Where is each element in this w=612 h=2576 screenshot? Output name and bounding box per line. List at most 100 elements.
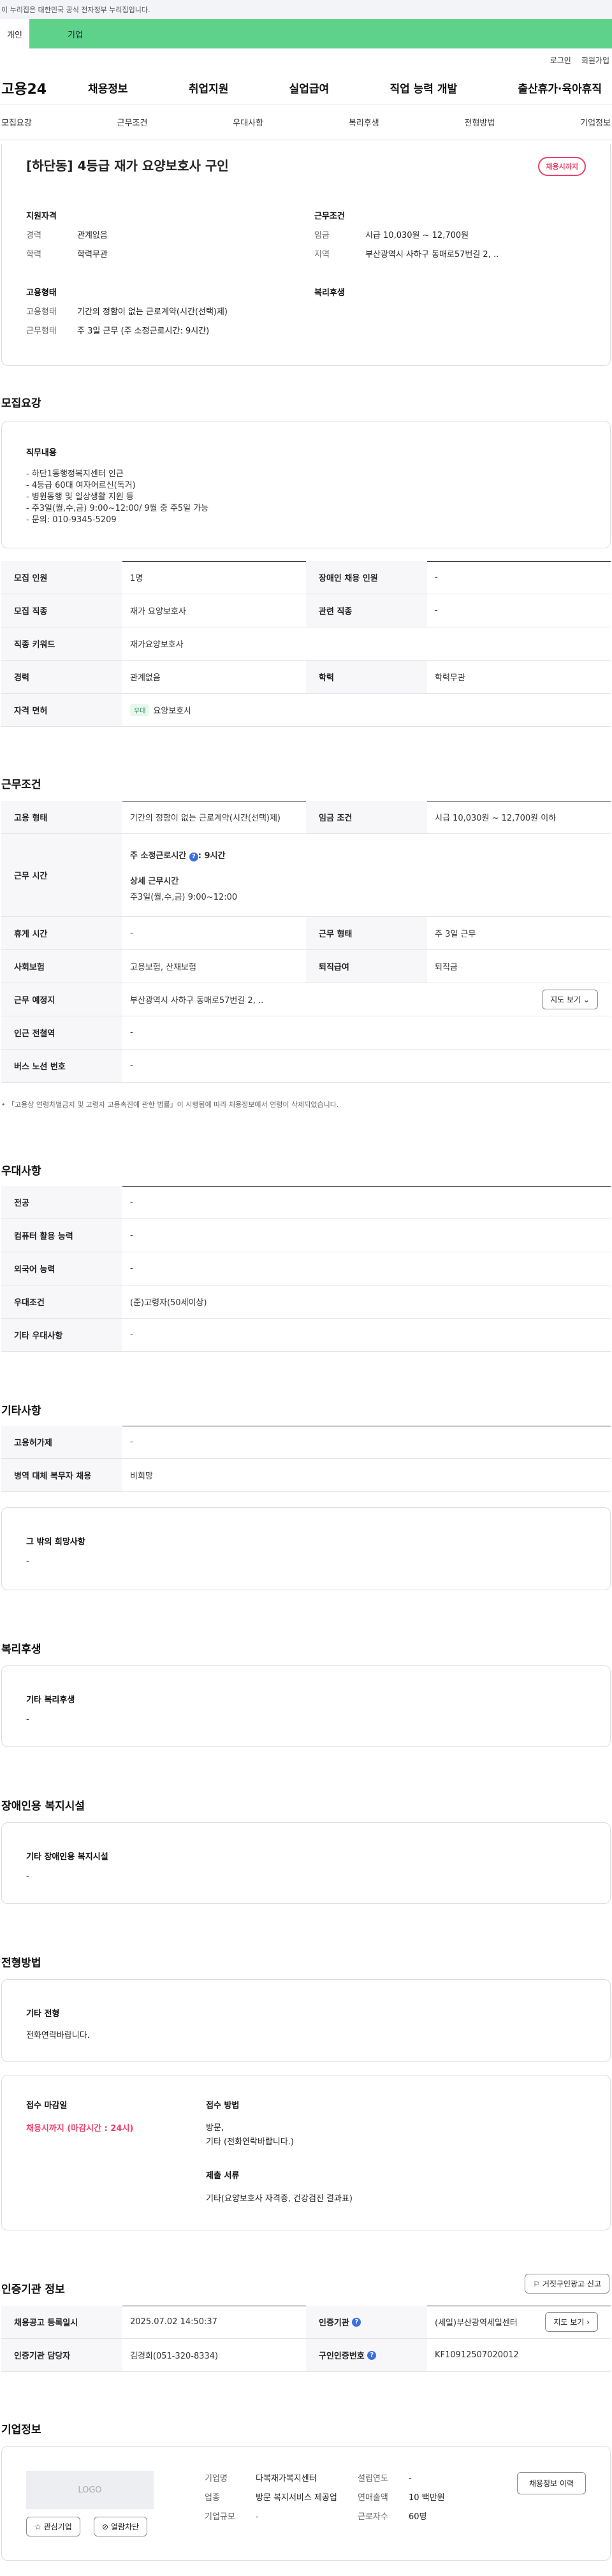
duty-heading: 직무내용: [26, 448, 57, 458]
sales-value: 10 백만원: [409, 2493, 445, 2503]
row-label: 장애인 채용 인원: [306, 561, 427, 594]
table-row: 인증기관 담당자 김경희(051-320-8334) 구인인증번호 ? KF109…: [1, 2339, 611, 2372]
recruit-heading: 모집요강: [1, 397, 41, 410]
employment-type-label: 고용형태: [26, 307, 57, 317]
favorite-label: 관심기업: [43, 2522, 72, 2531]
section-anchor-nav: 모집요강 근무조건 우대사항 복리후생 전형방법 기업정보: [0, 105, 612, 140]
weekly-hours-label: 주 소정근로시간: [130, 851, 187, 861]
row-label: 관련 직종: [306, 594, 427, 627]
area-value: 부산광역시 사하구 동매로57번길 2, ..: [365, 250, 499, 260]
table-row: 기타 우대사항 -: [1, 1319, 611, 1352]
block-icon: ⊘: [102, 2522, 109, 2531]
report-fake-ad-button[interactable]: ⚐ 거짓구인광고 신고: [525, 2274, 609, 2294]
menu-unemployment-benefit[interactable]: 실업급여: [280, 80, 339, 96]
row-value: (준)고령자(50세이상): [130, 1298, 207, 1308]
menu-employment-support[interactable]: 취업지원: [180, 80, 238, 96]
anchor-recruit[interactable]: 모집요강: [1, 116, 32, 128]
industry-label: 업종: [205, 2493, 220, 2503]
row-label: 퇴직급여: [306, 950, 427, 983]
condition-heading: 근무조건: [314, 212, 345, 221]
disabled-facility-heading: 장애인용 복지시설: [1, 1800, 85, 1813]
disabled-facility-sub-heading: 기타 장애인용 복지시설: [26, 1852, 108, 1862]
wage-value: 시급 10,030원 ~ 12,700원: [365, 231, 469, 240]
company-name-label: 기업명: [205, 2474, 228, 2484]
employees-label: 근로자수: [358, 2512, 388, 2522]
selection-sub-heading: 기타 전형: [26, 2009, 60, 2019]
job-summary-card: [하단동] 4등급 재가 요양보호사 구인 채용시까지 지원자격 경력 관계없음 …: [1, 144, 611, 366]
row-value: 김경희(051-320-8334): [130, 2352, 219, 2361]
map-view-button[interactable]: 지도 보기 ⌄: [542, 990, 598, 1009]
age-law-note: • 「고용상 연령차별금지 및 고령자 고용촉진에 관한 법률」이 시행됨에 따…: [1, 1101, 339, 1109]
founded-value: -: [409, 2474, 412, 2484]
row-value: -: [130, 1197, 133, 1207]
method-heading: 접수 방법: [206, 2101, 240, 2111]
table-row: 컴퓨터 활용 능력 -: [1, 1219, 611, 1252]
row-label: 외국어 능력: [1, 1252, 122, 1285]
table-row: 모집 인원 1명 장애인 채용 인원 -: [1, 561, 611, 594]
company-info-right: 설립연도 - 연매출액 10 백만원 근로자수 60명: [358, 2470, 445, 2527]
method-value: 방문,: [206, 2123, 224, 2133]
info-icon[interactable]: ?: [367, 2350, 377, 2360]
anchor-company[interactable]: 기업정보: [580, 116, 611, 128]
favorite-company-button[interactable]: ☆ 관심기업: [26, 2517, 80, 2536]
size-label: 기업규모: [205, 2512, 235, 2522]
join-link[interactable]: 회원가입: [581, 55, 609, 66]
work-time-value: 주 소정근로시간 ?: 9시간 상세 근무시간 주3일(월,수,금) 9:00~…: [122, 834, 611, 916]
row-value: -: [130, 1061, 133, 1071]
welfare-card: 기타 복리후생 -: [1, 1665, 611, 1747]
menu-jobs[interactable]: 채용정보: [79, 80, 137, 96]
row-label: 기타 우대사항: [1, 1319, 122, 1351]
disabled-facility-card: 기타 장애인용 복지시설 -: [1, 1822, 611, 1904]
menu-leave[interactable]: 출산휴가·육아휴직: [509, 80, 611, 96]
table-row: 휴게 시간 - 근무 형태 주 3일 근무: [1, 917, 611, 950]
other-hope-card: 그 밖의 희망사항 -: [1, 1507, 611, 1590]
founded-label: 설립연도: [358, 2474, 388, 2484]
row-value: -: [130, 1437, 133, 1447]
anchor-welfare[interactable]: 복리후생: [349, 116, 379, 128]
table-row: 버스 노선 번호 -: [1, 1050, 611, 1083]
job-title: [하단동] 4등급 재가 요양보호사 구인: [26, 158, 229, 173]
chevron-right-icon: ›: [586, 2318, 590, 2327]
employees-value: 60명: [409, 2512, 427, 2522]
main-menu: 채용정보 취업지원 실업급여 직업 능력 개발 출산휴가·육아휴직: [79, 80, 612, 96]
documents-value: 기타(요양보호사 자격증, 건강검진 결과표): [206, 2194, 353, 2204]
row-label: 근무 시간: [1, 834, 122, 916]
row-label: 병역 대체 복무자 채용: [1, 1459, 122, 1491]
company-heading: 기업정보: [1, 2424, 41, 2436]
application-card: 접수 마감일 채용시까지 (마감시간 : 24시) 접수 방법 방문, 기타 (…: [1, 2075, 611, 2230]
duty-line: - 문의: 010-9345-5209: [26, 515, 117, 525]
education-label: 학력: [26, 250, 41, 260]
anchor-preference[interactable]: 우대사항: [233, 116, 263, 128]
row-value: 주 3일 근무: [435, 930, 476, 939]
row-label: 구인인증번호 ?: [306, 2339, 427, 2371]
login-link[interactable]: 로그인: [550, 55, 571, 66]
block-company-button[interactable]: ⊘ 열람차단: [94, 2517, 148, 2536]
table-row: 직종 키워드 재가요양보호사: [1, 627, 611, 661]
tab-company[interactable]: 기업: [29, 19, 612, 48]
company-info-left: 기업명 다복재가복지센터 업종 방문 복지서비스 제공업 기업규모 -: [205, 2470, 339, 2527]
note-text: 「고용상 연령차별금지 및 고령자 고용촉진에 관한 법률」이 시행됨에 따라 …: [8, 1101, 339, 1109]
map-button-label: 지도 보기: [553, 2318, 585, 2327]
preferred-chip: 우대: [130, 704, 150, 716]
org-name: (세일)부산광역세일센터: [435, 2318, 518, 2328]
row-label: 근무 예정지: [1, 983, 122, 1016]
info-icon[interactable]: ?: [352, 2317, 361, 2327]
row-value: -: [130, 1028, 133, 1037]
documents-heading: 제출 서류: [206, 2171, 240, 2181]
row-value: 고용보험, 산재보험: [130, 963, 196, 972]
duty-list: - 하단1동행정복지센터 인근 - 4등급 60대 여자어르신(독거) - 병원…: [26, 469, 208, 526]
agency-map-button[interactable]: 지도 보기 ›: [545, 2312, 598, 2332]
career-value: 관계없음: [77, 231, 108, 240]
row-value: -: [130, 1264, 133, 1273]
table-row: 근무 예정지 부산광역시 사하구 동매로57번길 2, .. 지도 보기 ⌄: [1, 983, 611, 1016]
anchor-selection[interactable]: 전형방법: [465, 116, 495, 128]
hiring-history-button[interactable]: 채용정보 이력: [516, 2472, 586, 2494]
info-icon[interactable]: ?: [189, 852, 198, 861]
anchor-conditions[interactable]: 근무조건: [117, 116, 148, 128]
menu-skills[interactable]: 직업 능력 개발: [381, 80, 466, 96]
report-label: 거짓구인광고 신고: [542, 2280, 601, 2288]
duty-card: 직무내용 - 하단1동행정복지센터 인근 - 4등급 60대 여자어르신(독거)…: [1, 421, 611, 548]
selection-heading: 전형방법: [1, 1957, 41, 1970]
site-logo[interactable]: 고용24: [0, 78, 79, 98]
tab-person[interactable]: 개인: [0, 19, 29, 48]
